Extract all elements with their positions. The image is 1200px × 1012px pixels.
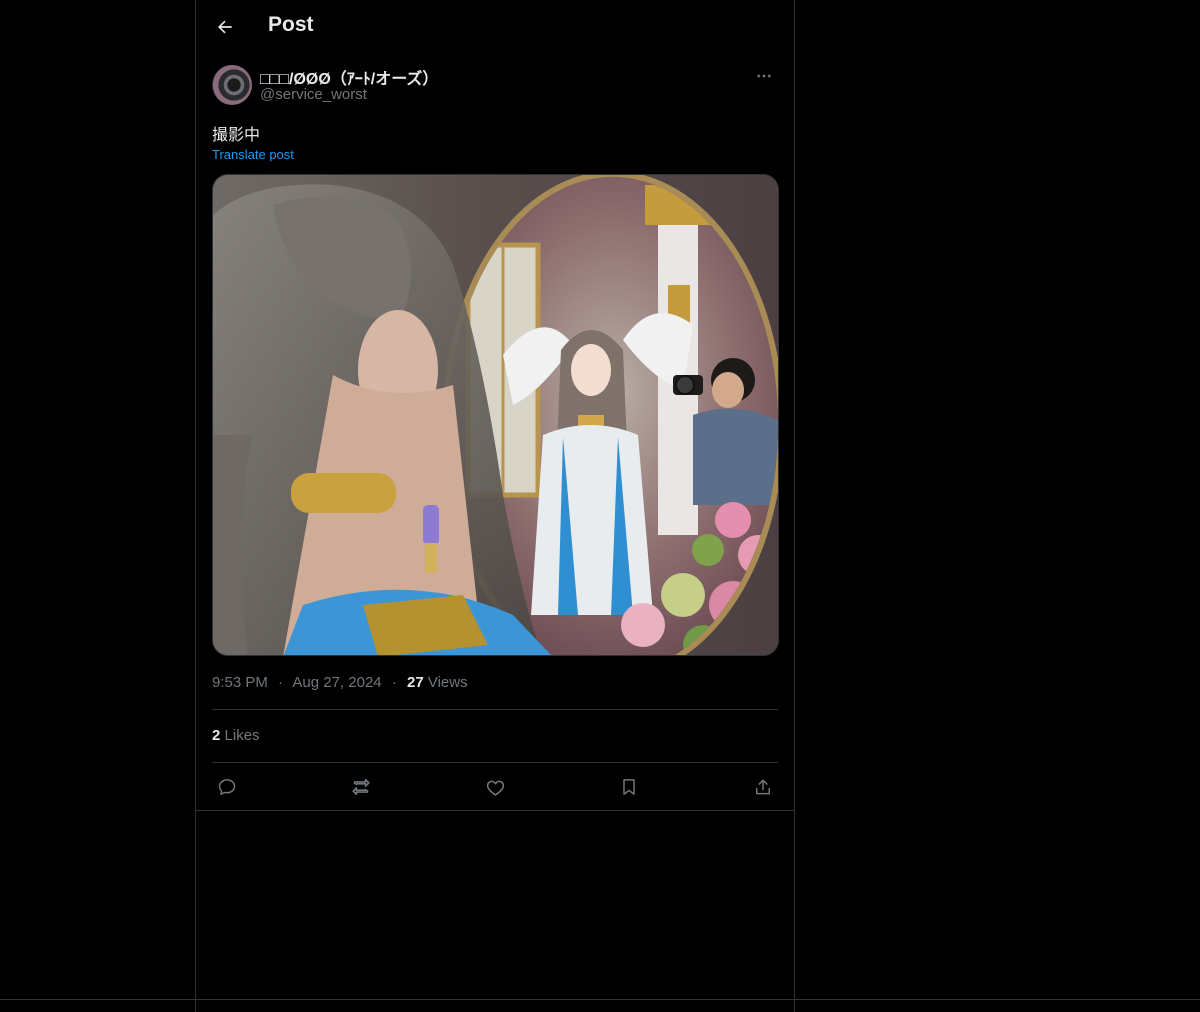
likes-link[interactable]: 2 Likes xyxy=(212,727,260,744)
post-time[interactable]: 9:53 PM xyxy=(212,674,268,691)
post-photo[interactable] xyxy=(212,174,779,656)
views-label: Views xyxy=(427,674,468,691)
page-title: Post xyxy=(268,13,314,36)
views-count: 27 xyxy=(406,674,424,691)
post-metadata: 9:53 PM · Aug 27, 2024 · 27 Views xyxy=(212,674,468,691)
divider xyxy=(0,999,1200,1000)
top-bar: Post xyxy=(196,0,794,54)
meta-separator: · xyxy=(278,674,284,691)
share-icon xyxy=(756,779,770,795)
divider xyxy=(196,810,794,811)
likes-label: Likes xyxy=(224,727,260,744)
author-handle[interactable]: @service_worst xyxy=(260,86,367,103)
meta-separator: · xyxy=(391,674,397,691)
post-column: Post □□□/ØØØ（ｱｰﾄ/オーズ） @service_worst 撮影中… xyxy=(195,0,795,1012)
bookmark-icon xyxy=(623,779,635,795)
divider xyxy=(212,762,778,763)
post-author: □□□/ØØØ（ｱｰﾄ/オーズ） @service_worst xyxy=(212,64,778,108)
share-button[interactable] xyxy=(746,770,780,804)
bookmark-button[interactable] xyxy=(612,770,646,804)
more-horizontal-icon xyxy=(757,74,771,78)
reply-icon xyxy=(218,779,236,795)
heart-icon xyxy=(486,780,504,796)
more-options-button[interactable] xyxy=(750,64,778,88)
reply-button[interactable] xyxy=(210,770,244,804)
action-bar xyxy=(212,770,778,802)
repost-icon xyxy=(352,778,370,796)
back-button[interactable] xyxy=(208,10,242,44)
repost-button[interactable] xyxy=(344,770,378,804)
likes-count: 2 xyxy=(212,727,221,744)
post-date[interactable]: Aug 27, 2024 xyxy=(292,674,381,691)
like-button[interactable] xyxy=(478,770,512,804)
photo-illustration xyxy=(213,175,778,655)
translate-post-link[interactable]: Translate post xyxy=(212,147,294,162)
arrow-left-icon xyxy=(218,20,232,34)
divider xyxy=(212,709,778,710)
avatar[interactable] xyxy=(212,65,252,105)
post-text: 撮影中 xyxy=(212,125,261,144)
